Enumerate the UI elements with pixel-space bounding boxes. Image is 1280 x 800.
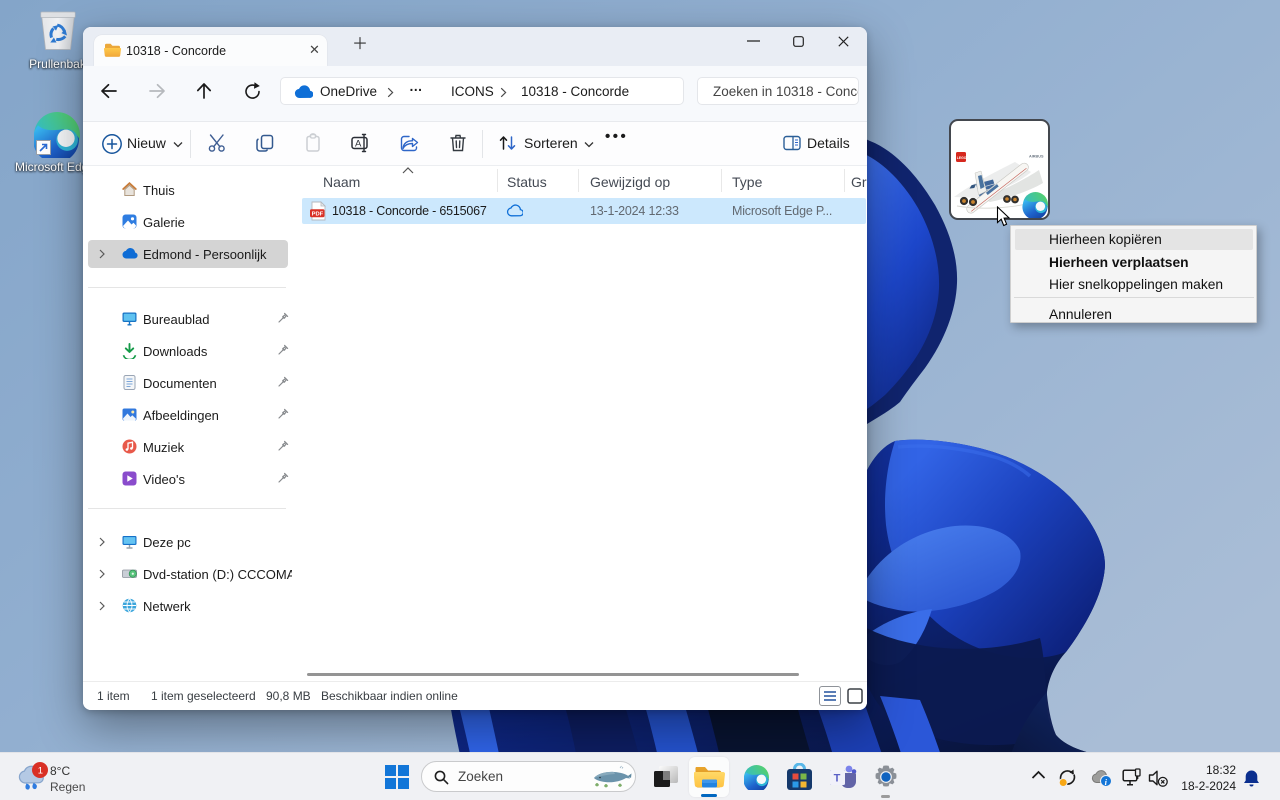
svg-text:T: T — [834, 773, 841, 785]
svg-text:A: A — [355, 139, 362, 150]
svg-text:PDF: PDF — [312, 211, 324, 217]
svg-text:AIRBUS: AIRBUS — [1029, 155, 1044, 159]
svg-text:LEGO: LEGO — [957, 156, 967, 160]
svg-text:1: 1 — [38, 765, 43, 776]
